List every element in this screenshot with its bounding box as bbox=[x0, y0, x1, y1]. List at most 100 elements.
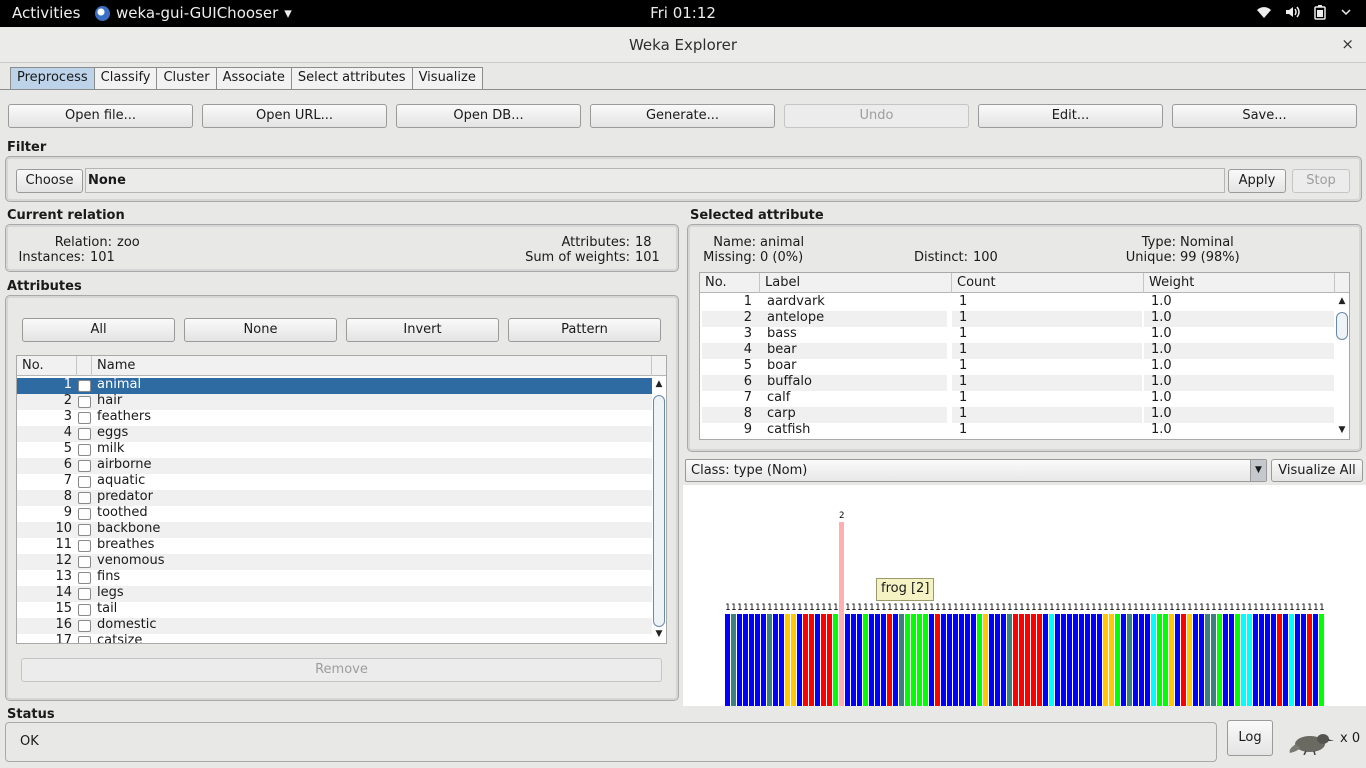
attribute-row[interactable]: 12 venomous bbox=[17, 553, 652, 570]
attribute-row[interactable]: 9 toothed bbox=[17, 505, 652, 522]
attribute-row[interactable]: 11 breathes bbox=[17, 537, 652, 554]
histogram-bar[interactable] bbox=[1205, 614, 1210, 706]
attribute-checkbox[interactable] bbox=[78, 572, 91, 584]
histogram-bar[interactable] bbox=[749, 614, 754, 706]
histogram-bar[interactable] bbox=[911, 614, 916, 706]
histogram-bar[interactable] bbox=[923, 614, 928, 706]
remove-button[interactable]: Remove bbox=[21, 658, 662, 682]
choose-filter-button[interactable]: Choose bbox=[16, 169, 83, 193]
histogram-bar[interactable] bbox=[1151, 614, 1156, 706]
attribute-checkbox[interactable] bbox=[78, 588, 91, 600]
attribute-row[interactable]: 8 predator bbox=[17, 489, 652, 506]
attribute-row[interactable]: 10 backbone bbox=[17, 521, 652, 538]
col-label[interactable]: Label bbox=[760, 273, 952, 293]
histogram-bar[interactable] bbox=[1097, 614, 1102, 706]
open-file-button[interactable]: Open file... bbox=[8, 104, 193, 128]
histogram-bar[interactable] bbox=[1073, 614, 1078, 706]
histogram-bar[interactable] bbox=[1019, 614, 1024, 706]
label-count-table[interactable]: No. Label Count Weight 1 aardvark 1 1.0 2 ant… bbox=[699, 272, 1350, 440]
histogram-bar[interactable] bbox=[1169, 614, 1174, 706]
histogram-bar[interactable] bbox=[1289, 614, 1294, 706]
histogram-bar[interactable] bbox=[761, 614, 766, 706]
histogram-bar[interactable] bbox=[1007, 614, 1012, 706]
histogram-bar[interactable] bbox=[935, 614, 940, 706]
histogram-bar[interactable] bbox=[851, 614, 856, 706]
class-histogram[interactable]: 1111111111111111111211111111111111111111… bbox=[683, 485, 1366, 706]
histogram-bar[interactable] bbox=[1199, 614, 1204, 706]
histogram-bar[interactable] bbox=[1067, 614, 1072, 706]
attribute-checkbox[interactable] bbox=[78, 460, 91, 472]
histogram-bar[interactable] bbox=[1157, 614, 1162, 706]
attribute-row[interactable]: 15 tail bbox=[17, 601, 652, 618]
pattern-button[interactable]: Pattern bbox=[508, 318, 661, 342]
attribute-checkbox[interactable] bbox=[78, 412, 91, 424]
histogram-bar[interactable] bbox=[893, 614, 898, 706]
attribute-row[interactable]: 13 fins bbox=[17, 569, 652, 586]
histogram-bar[interactable] bbox=[1085, 614, 1090, 706]
attribute-checkbox[interactable] bbox=[78, 396, 91, 408]
stop-button[interactable]: Stop bbox=[1292, 169, 1350, 193]
log-button[interactable]: Log bbox=[1227, 720, 1273, 756]
attribute-row[interactable]: 1 animal bbox=[17, 377, 652, 394]
histogram-bar[interactable] bbox=[1229, 614, 1234, 706]
histogram-bar[interactable] bbox=[959, 614, 964, 706]
filter-field[interactable]: None bbox=[85, 168, 1225, 193]
close-icon[interactable]: × bbox=[1341, 35, 1354, 53]
attribute-checkbox[interactable] bbox=[78, 540, 91, 552]
histogram-bar[interactable] bbox=[1247, 614, 1252, 706]
histogram-bar[interactable] bbox=[1109, 614, 1114, 706]
select-none-button[interactable]: None bbox=[184, 318, 337, 342]
attribute-checkbox[interactable] bbox=[78, 524, 91, 536]
app-menu[interactable]: weka-gui-GUIChooser ▾ bbox=[95, 4, 292, 22]
attribute-row[interactable]: 14 legs bbox=[17, 585, 652, 602]
histogram-bar[interactable] bbox=[983, 614, 988, 706]
label-row[interactable]: 3 bass 1 1.0 bbox=[700, 326, 1335, 343]
scroll-thumb[interactable] bbox=[1336, 312, 1348, 340]
scroll-up-icon[interactable]: ▲ bbox=[1335, 296, 1349, 308]
histogram-bar[interactable] bbox=[1037, 614, 1042, 706]
histogram-bar[interactable] bbox=[791, 614, 796, 706]
attribute-checkbox[interactable] bbox=[78, 444, 91, 456]
scroll-down-icon[interactable]: ▼ bbox=[652, 629, 666, 641]
histogram-bar[interactable] bbox=[989, 614, 994, 706]
class-selector[interactable]: Class: type (Nom) ▼ bbox=[685, 459, 1267, 482]
histogram-bar[interactable] bbox=[1025, 614, 1030, 706]
label-row[interactable]: 7 calf 1 1.0 bbox=[700, 390, 1335, 407]
histogram-bar[interactable] bbox=[803, 614, 808, 706]
select-all-button[interactable]: All bbox=[22, 318, 175, 342]
histogram-bar[interactable] bbox=[1115, 614, 1120, 706]
label-table-scrollbar[interactable]: ▲ ▼ bbox=[1335, 294, 1349, 439]
col-name[interactable]: Name bbox=[92, 356, 652, 376]
label-row[interactable]: 1 aardvark 1 1.0 bbox=[700, 294, 1335, 311]
histogram-bar[interactable] bbox=[947, 614, 952, 706]
label-row[interactable]: 8 carp 1 1.0 bbox=[700, 406, 1335, 423]
histogram-bar[interactable] bbox=[1295, 614, 1300, 706]
attributes-table[interactable]: No. Name 1 animal 2 hair 3 feathers 4 eggs 5 milk… bbox=[16, 355, 667, 644]
histogram-bar[interactable] bbox=[1139, 614, 1144, 706]
histogram-bar[interactable] bbox=[1001, 614, 1006, 706]
label-row[interactable]: 5 boar 1 1.0 bbox=[700, 358, 1335, 375]
histogram-bar[interactable] bbox=[977, 614, 982, 706]
histogram-bar[interactable] bbox=[941, 614, 946, 706]
histogram-bar[interactable] bbox=[725, 614, 730, 706]
histogram-bar[interactable] bbox=[821, 614, 826, 706]
attribute-checkbox[interactable] bbox=[78, 636, 91, 643]
histogram-bar[interactable] bbox=[1259, 614, 1264, 706]
histogram-bar[interactable] bbox=[1265, 614, 1270, 706]
histogram-bar[interactable] bbox=[755, 614, 760, 706]
scroll-down-icon[interactable]: ▼ bbox=[1335, 425, 1349, 437]
histogram-bar[interactable] bbox=[971, 614, 976, 706]
histogram-bar[interactable] bbox=[1061, 614, 1066, 706]
attribute-row[interactable]: 2 hair bbox=[17, 393, 652, 410]
attribute-row[interactable]: 7 aquatic bbox=[17, 473, 652, 490]
col-weight[interactable]: Weight bbox=[1144, 273, 1335, 293]
histogram-bar[interactable] bbox=[1193, 614, 1198, 706]
histogram-bar[interactable] bbox=[1121, 614, 1126, 706]
col-count[interactable]: Count bbox=[952, 273, 1144, 293]
tab-preprocess[interactable]: Preprocess bbox=[10, 67, 95, 89]
histogram-bar[interactable] bbox=[833, 614, 838, 706]
open-url-button[interactable]: Open URL... bbox=[202, 104, 387, 128]
histogram-bar[interactable] bbox=[875, 614, 880, 706]
histogram-bar[interactable] bbox=[767, 614, 772, 706]
histogram-bar[interactable] bbox=[1055, 614, 1060, 706]
